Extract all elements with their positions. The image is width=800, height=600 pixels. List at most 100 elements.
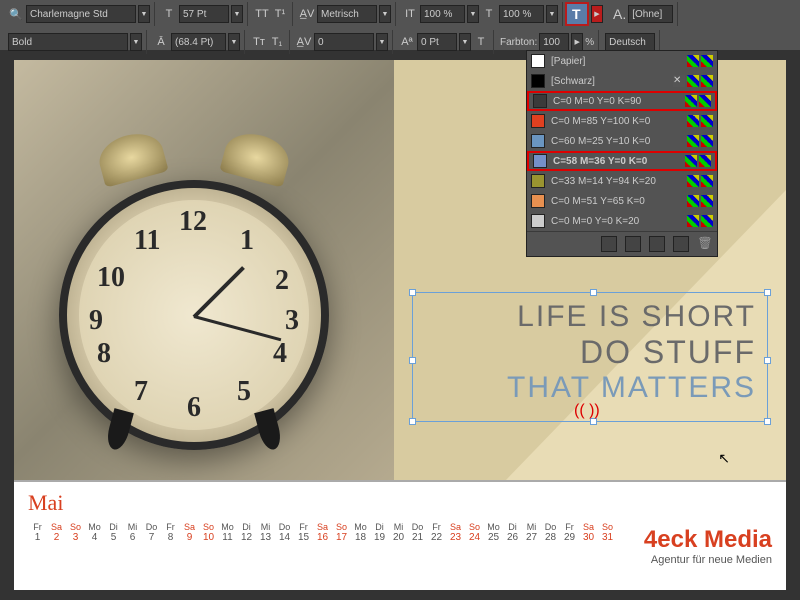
- swatch-label: C=58 M=36 Y=0 K=0: [553, 156, 679, 167]
- swatch-row[interactable]: C=0 M=0 Y=0 K=20: [527, 211, 717, 231]
- color-mode-icon: [687, 195, 699, 207]
- trash-icon[interactable]: 🗑: [697, 236, 713, 252]
- swatch-row[interactable]: C=0 M=85 Y=100 K=0: [527, 111, 717, 131]
- font-family-input[interactable]: [26, 5, 136, 23]
- calendar-day: Do14: [275, 522, 294, 543]
- swatch-row[interactable]: C=58 M=36 Y=0 K=0: [527, 151, 717, 171]
- new-swatch-button[interactable]: [625, 236, 641, 252]
- dropdown-icon[interactable]: ▼: [467, 5, 479, 23]
- swatch-row[interactable]: C=0 M=51 Y=65 K=0: [527, 191, 717, 211]
- color-mode-icon: [701, 115, 713, 127]
- dropdown-icon[interactable]: ▼: [228, 33, 240, 51]
- swatch-label: C=0 M=85 Y=100 K=0: [551, 116, 681, 127]
- new-swatch-button[interactable]: [673, 236, 689, 252]
- calendar-day: Fr15: [294, 522, 313, 543]
- dropdown-icon[interactable]: ▼: [546, 5, 558, 23]
- calendar-day: Fr8: [161, 522, 180, 543]
- clock-9: 9: [89, 305, 103, 337]
- dropdown-icon[interactable]: ▼: [376, 33, 388, 51]
- calendar-day: Fr22: [427, 522, 446, 543]
- swatch-chip: [533, 94, 547, 108]
- swatch-chip: [531, 54, 545, 68]
- vert-scale-input[interactable]: [420, 5, 465, 23]
- calendar-day: Fr1: [28, 522, 47, 543]
- calendar-day: Sa9: [180, 522, 199, 543]
- swatch-row[interactable]: C=0 M=0 Y=0 K=90: [527, 91, 717, 111]
- swatch-row[interactable]: [Schwarz]✕: [527, 71, 717, 91]
- color-mode-icon: [701, 195, 713, 207]
- cursor-icon: ↖: [718, 450, 730, 467]
- color-mode-icon: [699, 95, 711, 107]
- subscript-icon[interactable]: T₁: [269, 34, 285, 50]
- tint-label: Farbton:: [500, 37, 537, 48]
- font-style-input[interactable]: [8, 33, 128, 51]
- calendar-day: Mo11: [218, 522, 237, 543]
- calendar-day: So3: [66, 522, 85, 543]
- char-style-input[interactable]: [628, 5, 673, 23]
- brand-tagline: Agentur für neue Medien: [644, 554, 772, 566]
- text-fill-button[interactable]: [565, 2, 589, 26]
- smallcaps-icon[interactable]: Tᴛ: [251, 34, 267, 50]
- swatch-options-button[interactable]: [601, 236, 617, 252]
- swatch-chip: [533, 154, 547, 168]
- calendar-day: Sa23: [446, 522, 465, 543]
- calendar-day: Fr29: [560, 522, 579, 543]
- brand-name: 4eck Media: [644, 526, 772, 554]
- quote-line-3: THAT MATTERS: [424, 371, 756, 405]
- swatch-label: C=0 M=0 Y=0 K=90: [553, 96, 679, 107]
- dropdown-icon[interactable]: ▶: [571, 33, 583, 51]
- dropdown-icon[interactable]: ▼: [379, 5, 391, 23]
- swatch-label: C=0 M=51 Y=65 K=0: [551, 196, 681, 207]
- color-mode-icon: [685, 155, 697, 167]
- color-mode-icon: [687, 75, 699, 87]
- clock-3: 3: [285, 305, 299, 337]
- swatch-chip: [531, 194, 545, 208]
- quote-line-2: DO STUFF: [424, 334, 756, 371]
- tint-input[interactable]: [539, 33, 569, 51]
- tracking-input[interactable]: [314, 33, 374, 51]
- dropdown-icon[interactable]: ▼: [138, 5, 150, 23]
- skew-icon[interactable]: T: [473, 34, 489, 50]
- color-mode-icon: [687, 135, 699, 147]
- clock-2: 2: [275, 265, 289, 297]
- calendar-day: Do21: [408, 522, 427, 543]
- clock-12: 12: [179, 206, 207, 238]
- clock-10: 10: [97, 262, 125, 294]
- control-panel: 🔍▼ T▼ TTT¹ A̲V▼ IT▼T▼ ▶ A. ▼ Ā▼ TᴛT₁ A̲V…: [0, 0, 800, 50]
- dropdown-icon[interactable]: ▼: [459, 33, 471, 51]
- font-size-input[interactable]: [179, 5, 229, 23]
- swatch-label: C=33 M=14 Y=94 K=20: [551, 176, 681, 187]
- quote-text[interactable]: LIFE IS SHORT DO STUFF THAT MATTERS: [424, 300, 756, 405]
- swatch-row[interactable]: C=33 M=14 Y=94 K=20: [527, 171, 717, 191]
- color-mode-icon: [687, 55, 699, 67]
- superscript-icon[interactable]: T¹: [272, 6, 288, 22]
- calendar-day: So24: [465, 522, 484, 543]
- type-size-icon: T: [161, 6, 177, 22]
- new-swatch-button[interactable]: [649, 236, 665, 252]
- leading-input[interactable]: [171, 33, 226, 51]
- calendar-day: Mo4: [85, 522, 104, 543]
- charstyle-icon: A.: [613, 6, 626, 22]
- language-input[interactable]: [605, 33, 655, 51]
- swatch-chip: [531, 174, 545, 188]
- baseline-input[interactable]: [417, 33, 457, 51]
- swatches-footer: 🗑: [527, 231, 717, 256]
- swatch-row[interactable]: C=60 M=25 Y=10 K=0: [527, 131, 717, 151]
- clock-8: 8: [97, 338, 111, 370]
- kerning-icon: A̲V: [299, 6, 315, 22]
- kerning-input[interactable]: [317, 5, 377, 23]
- color-mode-icon: [701, 175, 713, 187]
- allcaps-icon[interactable]: TT: [254, 6, 270, 22]
- calendar-day: Mi13: [256, 522, 275, 543]
- swatch-label: [Papier]: [551, 56, 681, 67]
- horz-scale-input[interactable]: [499, 5, 544, 23]
- fill-flyout-icon[interactable]: ▶: [591, 5, 603, 23]
- baseline-icon: Aª: [399, 34, 415, 50]
- color-mode-icon: [687, 175, 699, 187]
- swatch-label: C=60 M=25 Y=10 K=0: [551, 136, 681, 147]
- swatch-chip: [531, 74, 545, 88]
- dropdown-icon[interactable]: ▼: [130, 33, 142, 51]
- clock-1: 1: [240, 225, 254, 257]
- dropdown-icon[interactable]: ▼: [231, 5, 243, 23]
- swatch-row[interactable]: [Papier]: [527, 51, 717, 71]
